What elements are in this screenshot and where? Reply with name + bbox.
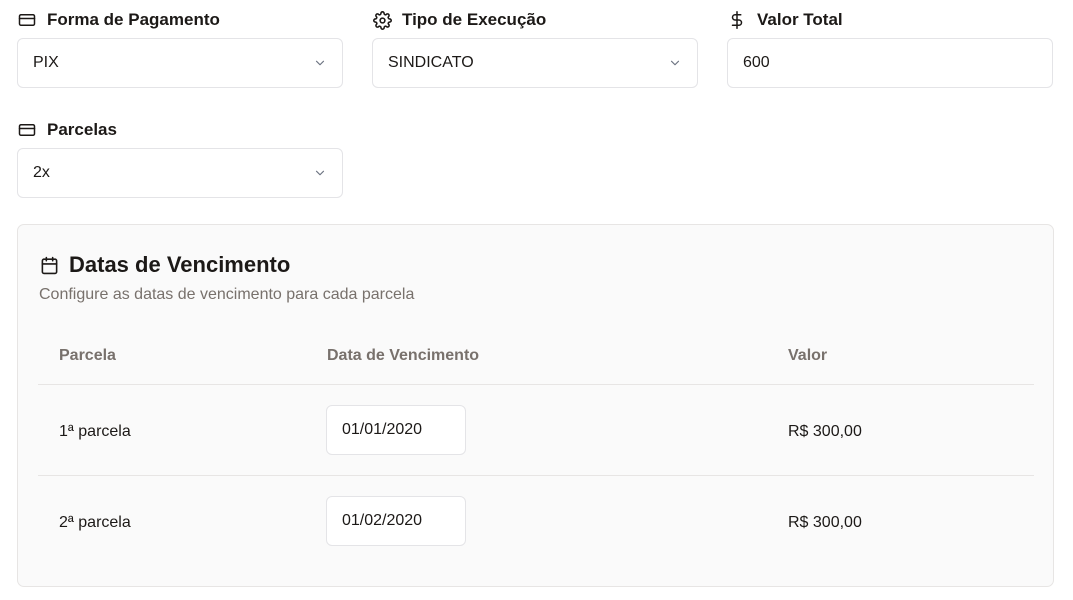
parcela-cell: 1ª parcela [59,423,131,440]
forma-pagamento-label-text: Forma de Pagamento [47,10,220,29]
valor-cell: R$ 300,00 [788,514,862,531]
column-header-parcela: Parcela [59,347,116,364]
forma-pagamento-value: PIX [33,54,59,71]
column-header-data-vencimento: Data de Vencimento [327,347,480,364]
parcelas-label-text: Parcelas [47,120,117,139]
forma-pagamento-select[interactable]: PIX [17,38,343,88]
table-row: 1ª parcela 01/01/2020 R$ 300,00 [38,385,1034,476]
dollar-icon [727,10,747,30]
data-vencimento-value: 01/01/2020 [342,421,423,438]
valor-total-input[interactable]: 600 [727,38,1053,88]
parcelas-label: Parcelas [17,120,343,140]
card-subtitle: Configure as datas de vencimento para ca… [39,286,415,303]
data-vencimento-input[interactable]: 01/01/2020 [326,405,466,455]
card-title-text: Datas de Vencimento [69,252,291,277]
credit-card-icon [17,120,37,140]
calendar-icon [39,255,59,275]
data-vencimento-input[interactable]: 01/02/2020 [326,496,466,546]
chevron-down-icon [668,56,682,70]
datas-vencimento-card: Datas de Vencimento Configure as datas d… [17,224,1054,587]
tipo-execucao-select[interactable]: SINDICATO [372,38,698,88]
credit-card-icon [17,10,37,30]
forma-pagamento-label: Forma de Pagamento [17,10,343,30]
card-title: Datas de Vencimento [39,252,290,278]
parcelas-field: Parcelas 2x [17,120,343,198]
forma-pagamento-field: Forma de Pagamento PIX [17,10,343,88]
valor-cell: R$ 300,00 [788,423,862,440]
tipo-execucao-field: Tipo de Execução SINDICATO [372,10,698,88]
column-header-valor: Valor [788,347,828,364]
valor-total-label: Valor Total [727,10,1053,30]
parcelas-value: 2x [33,164,50,181]
valor-total-label-text: Valor Total [757,10,843,29]
gear-icon [372,10,392,30]
data-vencimento-value: 01/02/2020 [342,512,423,529]
table-header: Parcela Data de Vencimento Valor [38,335,1034,385]
chevron-down-icon [313,166,327,180]
valor-total-field: Valor Total 600 [727,10,1053,88]
tipo-execucao-label-text: Tipo de Execução [402,10,547,29]
tipo-execucao-label: Tipo de Execução [372,10,698,30]
chevron-down-icon [313,56,327,70]
parcelas-select[interactable]: 2x [17,148,343,198]
valor-total-value: 600 [743,54,770,71]
tipo-execucao-value: SINDICATO [388,54,474,71]
table-row: 2ª parcela 01/02/2020 R$ 300,00 [38,476,1034,567]
parcela-cell: 2ª parcela [59,514,131,531]
